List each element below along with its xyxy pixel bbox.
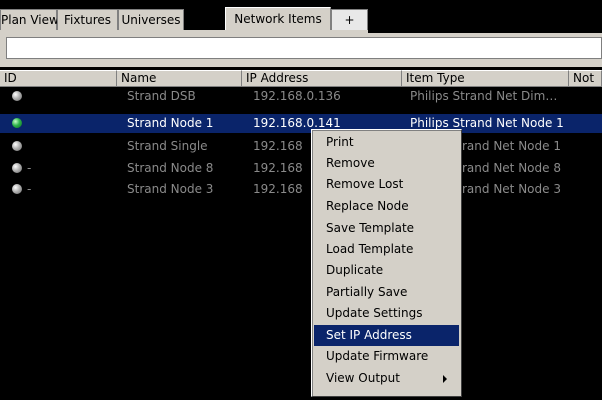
- row-item-type: rand Net Node 8: [462, 161, 561, 175]
- menu-item-update-firmware[interactable]: Update Firmware: [314, 346, 459, 367]
- row-name: Strand Node 3: [127, 182, 214, 196]
- menu-item-partially-save[interactable]: Partially Save: [314, 282, 459, 303]
- menu-item-duplicate[interactable]: Duplicate: [314, 260, 459, 281]
- status-dot-icon: [12, 91, 22, 101]
- menu-item-set-ip-address[interactable]: Set IP Address: [314, 325, 459, 346]
- context-menu: Print Remove Remove Lost Replace Node Sa…: [311, 129, 462, 397]
- tab-universes[interactable]: Universes: [118, 9, 184, 30]
- row-ip-address: 192.168: [253, 161, 303, 175]
- column-header-item-type[interactable]: Item Type: [402, 70, 569, 87]
- row-id: -: [27, 182, 32, 196]
- search-input[interactable]: [6, 37, 602, 59]
- menu-item-remove[interactable]: Remove: [314, 153, 459, 174]
- table-row[interactable]: - Strand Node 8 192.168 rand Net Node 8: [0, 159, 602, 178]
- status-dot-icon: [12, 184, 22, 194]
- menu-item-view-output[interactable]: View Output: [314, 368, 459, 389]
- row-item-type: rand Net Node 1: [462, 139, 561, 153]
- row-name: Strand Node 1: [127, 116, 214, 130]
- menu-item-update-settings[interactable]: Update Settings: [314, 303, 459, 324]
- menu-item-print[interactable]: Print: [314, 132, 459, 153]
- search-row: [0, 33, 602, 67]
- row-name: Strand DSB: [127, 89, 196, 103]
- tab-bar: Plan View Fixtures Universes Network Ite…: [0, 0, 602, 33]
- row-name: Strand Single: [127, 139, 208, 153]
- row-item-type: rand Net Node 3: [462, 182, 561, 196]
- row-ip-address: 192.168.0.136: [253, 89, 341, 103]
- column-header-notes[interactable]: Not: [569, 70, 602, 87]
- menu-item-remove-lost[interactable]: Remove Lost: [314, 174, 459, 195]
- row-item-type: Philips Strand Net Dim…: [410, 89, 558, 103]
- tab-fixtures[interactable]: Fixtures: [57, 9, 118, 30]
- table-row-selected[interactable]: Strand Node 1 192.168.0.141 Philips Stra…: [0, 114, 602, 133]
- tab-plan-view[interactable]: Plan View: [0, 9, 59, 30]
- submenu-arrow-icon: [443, 375, 447, 383]
- column-header-name[interactable]: Name: [117, 70, 242, 87]
- table-row[interactable]: Strand Single 192.168 rand Net Node 1: [0, 137, 602, 156]
- menu-item-replace-node[interactable]: Replace Node: [314, 196, 459, 217]
- add-tab-button[interactable]: +: [331, 9, 368, 30]
- status-dot-icon: [12, 141, 22, 151]
- table-row[interactable]: - Strand Node 3 192.168 rand Net Node 3: [0, 180, 602, 199]
- row-name: Strand Node 8: [127, 161, 214, 175]
- row-ip-address: 192.168: [253, 182, 303, 196]
- status-dot-icon: [12, 118, 22, 128]
- menu-item-save-template[interactable]: Save Template: [314, 218, 459, 239]
- status-dot-icon: [12, 163, 22, 173]
- table-row[interactable]: Strand DSB 192.168.0.136 Philips Strand …: [0, 87, 602, 106]
- menu-item-view-output-label: View Output: [326, 371, 400, 385]
- row-id: -: [27, 161, 32, 175]
- row-ip-address: 192.168: [253, 139, 303, 153]
- menu-item-load-template[interactable]: Load Template: [314, 239, 459, 260]
- column-header-ip-address[interactable]: IP Address: [242, 70, 402, 87]
- network-items-table: ID Name IP Address Item Type Not Strand …: [0, 67, 602, 400]
- column-header-id[interactable]: ID: [0, 70, 117, 87]
